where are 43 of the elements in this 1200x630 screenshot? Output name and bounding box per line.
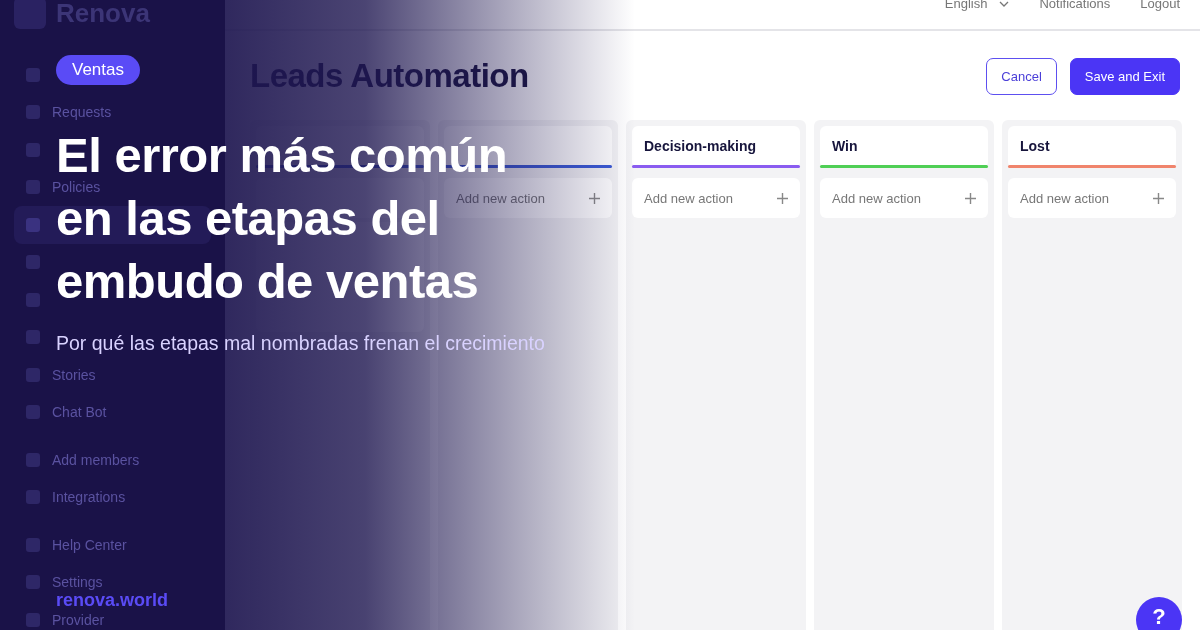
sidebar-item[interactable]: Stories <box>26 365 96 384</box>
plus-icon <box>965 192 976 204</box>
column-title: Lost <box>1020 138 1050 154</box>
subtitle: Por qué las etapas mal nombradas frenan el crecimiento <box>56 332 545 354</box>
menu-item-icon <box>26 612 40 627</box>
sidebar-item[interactable]: Settings <box>26 573 103 592</box>
menu-item-icon <box>26 490 40 505</box>
sidebar-item[interactable]: Provider <box>26 610 105 629</box>
menu-item-icon[interactable] <box>26 67 40 82</box>
sidebar-item[interactable]: Integrations <box>26 488 126 507</box>
headline-line: embudo de ventas <box>56 255 479 307</box>
website-link[interactable]: renova.world <box>56 590 169 610</box>
sidebar-item[interactable]: Requests <box>26 103 112 122</box>
add-action-button[interactable]: Add new action <box>820 178 988 218</box>
add-action-button[interactable]: Add new action <box>444 178 612 218</box>
sidebar-item[interactable]: Chat Bot <box>26 403 107 422</box>
menu-item-icon[interactable] <box>26 142 40 157</box>
add-action-button[interactable]: Add new action <box>632 178 800 218</box>
menu-item-icon <box>26 452 40 467</box>
menu-item-icon <box>26 180 40 195</box>
sidebar-item[interactable]: Add members <box>26 450 140 469</box>
menu-item-icon[interactable] <box>26 255 40 270</box>
menu-item-icon <box>26 575 40 590</box>
menu-item-icon <box>26 105 40 120</box>
column-title: Win <box>832 138 858 154</box>
menu-item-icon[interactable] <box>26 217 40 232</box>
plus-icon <box>777 192 788 204</box>
menu-item-icon <box>26 537 40 552</box>
caret-icon <box>999 0 1010 7</box>
menu-item-icon[interactable] <box>26 330 40 345</box>
menu-item-icon <box>26 367 40 382</box>
sidebar-item[interactable]: Help Center <box>26 535 127 554</box>
add-action-button[interactable]: Add new action <box>1008 178 1176 218</box>
plus-icon <box>589 192 600 204</box>
category-tag: Ventas <box>56 55 140 85</box>
plus-icon <box>1153 192 1164 204</box>
save-button[interactable]: Save and Exit <box>1069 57 1180 95</box>
logo-icon <box>14 0 46 29</box>
headline-line: El error más común <box>56 129 508 181</box>
column-title: Decision-making <box>644 138 757 154</box>
cancel-button[interactable]: Cancel <box>986 57 1057 95</box>
menu-item-icon <box>26 405 40 420</box>
menu-item-icon[interactable] <box>26 292 40 307</box>
